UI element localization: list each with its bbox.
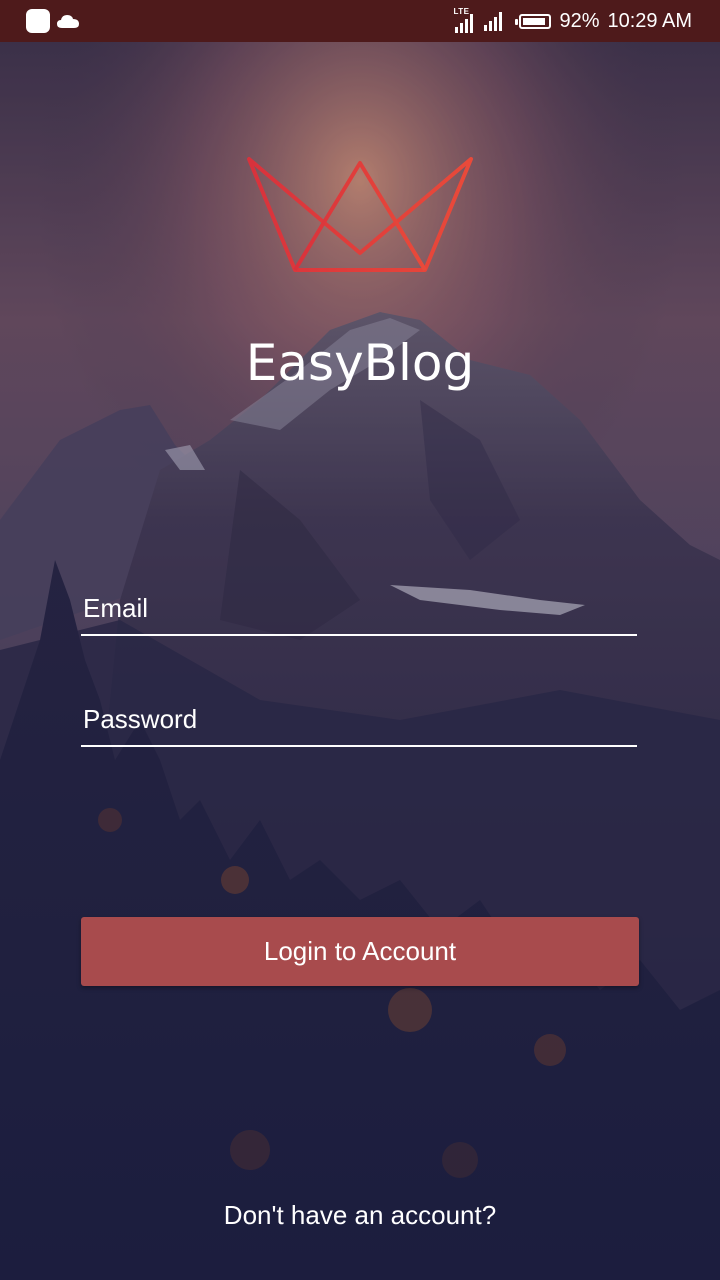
signal-strength-icon bbox=[484, 12, 503, 31]
password-field-container bbox=[81, 695, 637, 747]
app-notification-icon bbox=[26, 9, 50, 33]
password-field[interactable] bbox=[81, 695, 637, 743]
notification-icons bbox=[26, 9, 80, 33]
login-screen: LTE 92% 10:29 AM EasyBlog Email Login to… bbox=[0, 0, 720, 1280]
crown-icon bbox=[247, 157, 473, 272]
battery-percent: 92% bbox=[559, 9, 600, 32]
system-indicators: LTE 92% 10:29 AM bbox=[453, 6, 692, 36]
email-field[interactable] bbox=[81, 584, 637, 632]
status-bar: LTE 92% 10:29 AM bbox=[0, 0, 720, 42]
login-button[interactable]: Login to Account bbox=[81, 917, 639, 986]
battery-icon bbox=[515, 13, 552, 29]
cloud-icon bbox=[57, 15, 79, 28]
email-field-container bbox=[81, 584, 637, 636]
lte-signal-icon: LTE bbox=[453, 7, 475, 34]
clock-time: 10:29 AM bbox=[607, 9, 692, 32]
signup-link[interactable]: Don't have an account? bbox=[0, 1200, 720, 1231]
app-title: EasyBlog bbox=[245, 334, 475, 392]
